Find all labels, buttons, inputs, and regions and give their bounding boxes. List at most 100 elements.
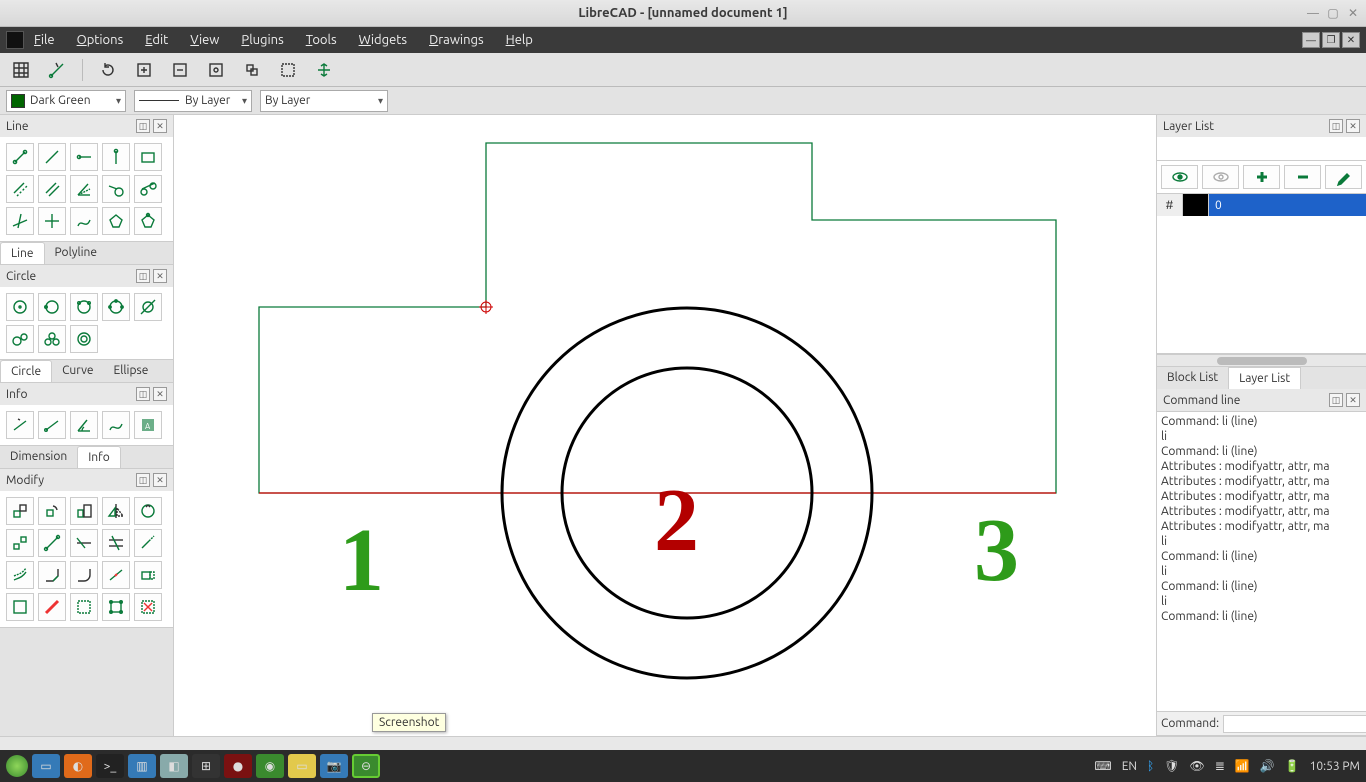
zoom-window-button[interactable] bbox=[275, 57, 301, 83]
menu-edit[interactable]: Edit bbox=[145, 33, 168, 47]
tray-clock[interactable]: 10:53 PM bbox=[1310, 760, 1360, 773]
layer-hideall-button[interactable] bbox=[1202, 165, 1239, 189]
taskbar-firefox-button[interactable]: ◐ bbox=[64, 754, 92, 778]
taskbar-calc-button[interactable]: ⊞ bbox=[192, 754, 220, 778]
zoom-pan-button[interactable] bbox=[311, 57, 337, 83]
taskbar-app3-button[interactable]: ◉ bbox=[256, 754, 284, 778]
line-vertical-button[interactable] bbox=[102, 143, 130, 171]
zoom-in-button[interactable] bbox=[131, 57, 157, 83]
layer-filter-input[interactable] bbox=[1157, 137, 1366, 160]
linetype-combo[interactable]: By Layer ▾ bbox=[134, 90, 252, 112]
modify-moverotate-button[interactable] bbox=[134, 497, 162, 525]
tray-volume-icon[interactable]: 🔊 bbox=[1260, 759, 1275, 773]
layer-remove-button[interactable] bbox=[1284, 165, 1321, 189]
mdi-minimize-button[interactable]: — bbox=[1302, 32, 1320, 48]
command-log[interactable]: Command: li (line)liCommand: li (line)At… bbox=[1157, 411, 1366, 711]
modify-explode-button[interactable] bbox=[102, 593, 130, 621]
tray-keyboard-icon[interactable]: ⌨ bbox=[1094, 759, 1111, 773]
line-freehand-button[interactable] bbox=[70, 207, 98, 235]
line-polygon-cor-button[interactable] bbox=[134, 207, 162, 235]
line-orthogonal-button[interactable] bbox=[6, 207, 34, 235]
layer-construction-icon[interactable]: # bbox=[1157, 194, 1183, 216]
panel-close-icon[interactable]: ✕ bbox=[1346, 119, 1360, 133]
circle-3points-button[interactable] bbox=[102, 293, 130, 321]
taskbar-notes-button[interactable]: ▭ bbox=[288, 754, 316, 778]
line-parallel-button[interactable] bbox=[38, 175, 66, 203]
panel-close-icon[interactable]: ✕ bbox=[153, 119, 167, 133]
tab-blocklist[interactable]: Block List bbox=[1157, 367, 1228, 389]
layer-hscrollbar[interactable] bbox=[1157, 354, 1366, 366]
tab-circle[interactable]: Circle bbox=[0, 360, 52, 382]
circle-2points-button[interactable] bbox=[38, 293, 66, 321]
tray-gpu-icon[interactable]: 👁 bbox=[1189, 759, 1204, 773]
menu-widgets[interactable]: Widgets bbox=[359, 33, 407, 47]
modify-offset-button[interactable] bbox=[6, 561, 34, 589]
command-input[interactable] bbox=[1223, 715, 1366, 733]
modify-lengthen-button[interactable] bbox=[134, 529, 162, 557]
tray-network-icon[interactable]: ≣ bbox=[1215, 759, 1225, 773]
window-minimize-button[interactable]: — bbox=[1306, 6, 1320, 20]
tab-line[interactable]: Line bbox=[0, 242, 45, 264]
panel-float-icon[interactable]: ◫ bbox=[136, 473, 150, 487]
panel-float-icon[interactable]: ◫ bbox=[136, 119, 150, 133]
circle-tan-button[interactable] bbox=[134, 293, 162, 321]
drawing-canvas[interactable]: 1 2 3 Screenshot bbox=[174, 115, 1156, 736]
line-parallel-through-button[interactable] bbox=[6, 175, 34, 203]
color-combo[interactable]: Dark Green ▾ bbox=[6, 90, 126, 112]
layer-edit-button[interactable] bbox=[1325, 165, 1362, 189]
circle-tan2-button[interactable] bbox=[6, 325, 34, 353]
zoom-auto-button[interactable] bbox=[203, 57, 229, 83]
draft-mode-button[interactable] bbox=[44, 57, 70, 83]
line-angle-button[interactable] bbox=[38, 143, 66, 171]
tray-battery-icon[interactable]: 🔋 bbox=[1285, 759, 1300, 773]
tab-polyline[interactable]: Polyline bbox=[45, 242, 108, 264]
tray-wifi-icon[interactable]: 📶 bbox=[1235, 759, 1250, 773]
circle-2points-radius-button[interactable] bbox=[70, 293, 98, 321]
taskbar-files-button[interactable]: ▭ bbox=[32, 754, 60, 778]
tab-curve[interactable]: Curve bbox=[52, 360, 103, 382]
modify-mirror-button[interactable] bbox=[102, 497, 130, 525]
panel-float-icon[interactable]: ◫ bbox=[136, 387, 150, 401]
layer-showall-button[interactable] bbox=[1161, 165, 1198, 189]
modify-bevel-button[interactable] bbox=[38, 561, 66, 589]
info-area-button[interactable]: A bbox=[134, 411, 162, 439]
line-relative-angle-button[interactable] bbox=[38, 207, 66, 235]
tray-bluetooth-icon[interactable]: ᛒ bbox=[1147, 760, 1154, 773]
modify-trim-button[interactable] bbox=[70, 529, 98, 557]
panel-close-icon[interactable]: ✕ bbox=[153, 473, 167, 487]
modify-attr-button[interactable] bbox=[38, 593, 66, 621]
tab-dimension[interactable]: Dimension bbox=[0, 446, 77, 468]
mdi-restore-button[interactable]: ❐ bbox=[1322, 32, 1340, 48]
zoom-out-button[interactable] bbox=[167, 57, 193, 83]
modify-move-button[interactable] bbox=[6, 497, 34, 525]
modify-entity-button[interactable] bbox=[6, 593, 34, 621]
taskbar-app1-button[interactable]: ◧ bbox=[160, 754, 188, 778]
info-total-length-button[interactable] bbox=[102, 411, 130, 439]
taskbar-terminal-button[interactable]: >_ bbox=[96, 754, 124, 778]
info-dist-ep-button[interactable] bbox=[38, 411, 66, 439]
taskbar-librecad-button[interactable]: ⊖ bbox=[352, 754, 380, 778]
layer-add-button[interactable] bbox=[1243, 165, 1280, 189]
circle-center-button[interactable] bbox=[6, 293, 34, 321]
panel-float-icon[interactable]: ◫ bbox=[136, 269, 150, 283]
taskbar-app2-button[interactable]: ● bbox=[224, 754, 252, 778]
panel-float-icon[interactable]: ◫ bbox=[1329, 119, 1343, 133]
tray-lang-indicator[interactable]: EN bbox=[1122, 760, 1137, 773]
menu-options[interactable]: Options bbox=[77, 33, 124, 47]
menu-drawings[interactable]: Drawings bbox=[429, 33, 484, 47]
layer-color-swatch[interactable] bbox=[1183, 194, 1209, 216]
modify-divide-button[interactable] bbox=[102, 561, 130, 589]
modify-rotate-button[interactable] bbox=[38, 497, 66, 525]
line-horizontal-button[interactable] bbox=[70, 143, 98, 171]
line-2points-button[interactable] bbox=[6, 143, 34, 171]
panel-float-icon[interactable]: ◫ bbox=[1329, 393, 1343, 407]
circle-concentric-button[interactable] bbox=[70, 325, 98, 353]
menu-view[interactable]: View bbox=[190, 33, 219, 47]
modify-trim2-button[interactable] bbox=[102, 529, 130, 557]
modify-revert-button[interactable] bbox=[38, 529, 66, 557]
grid-toggle-button[interactable] bbox=[8, 57, 34, 83]
menu-file[interactable]: File bbox=[34, 33, 55, 47]
tab-info[interactable]: Info bbox=[77, 446, 121, 468]
tab-ellipse[interactable]: Ellipse bbox=[104, 360, 159, 382]
panel-close-icon[interactable]: ✕ bbox=[1346, 393, 1360, 407]
